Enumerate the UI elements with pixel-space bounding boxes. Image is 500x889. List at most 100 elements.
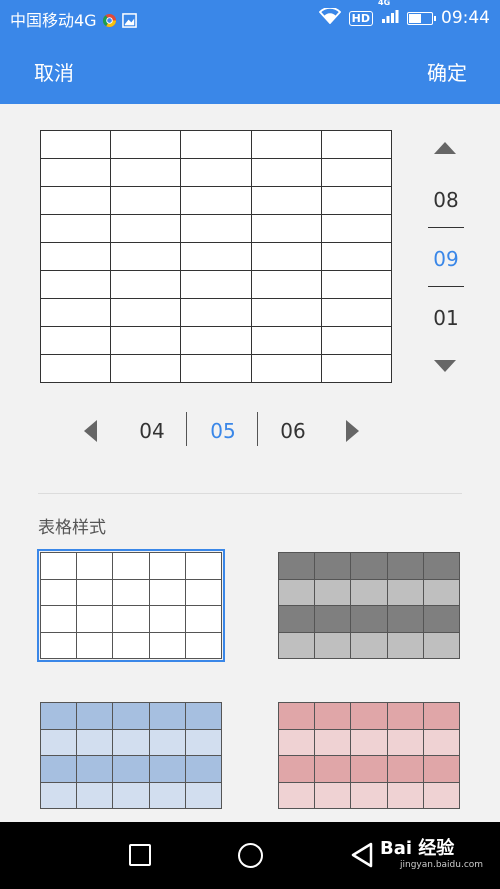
preview-grid-cell — [250, 298, 322, 327]
hd-badge: HD — [348, 10, 373, 26]
preview-grid-cell — [39, 270, 112, 299]
thumb-cell — [422, 781, 461, 809]
preview-grid-cell — [110, 270, 182, 299]
table-style-plain[interactable] — [37, 549, 225, 662]
preview-grid-cell — [250, 130, 322, 159]
thumb-cell — [422, 578, 461, 606]
carrier-label: 中国移动4G — [10, 7, 137, 31]
preview-grid-cell — [320, 270, 393, 299]
row-picker-value-selected[interactable]: 09 — [420, 247, 472, 271]
thumb-cell — [277, 631, 316, 659]
row-picker-value-prev[interactable]: 08 — [420, 188, 472, 212]
thumb-cell — [314, 578, 352, 606]
thumb-cell — [350, 702, 388, 730]
thumb-cell — [350, 552, 388, 580]
thumb-cell — [148, 631, 186, 659]
row-increase-arrow-icon[interactable] — [434, 142, 456, 154]
back-icon[interactable] — [350, 842, 374, 868]
preview-grid-cell — [250, 158, 322, 187]
column-decrease-arrow-icon[interactable] — [84, 420, 97, 442]
preview-grid-row — [39, 130, 393, 159]
thumb-cell — [39, 781, 78, 809]
preview-grid-cell — [180, 326, 252, 355]
thumb-cell — [422, 605, 461, 633]
thumb-cell — [422, 552, 461, 580]
preview-grid-cell — [250, 326, 322, 355]
column-picker-value-selected[interactable]: 05 — [193, 419, 253, 443]
table-style-blue[interactable] — [39, 702, 223, 809]
signal-icon: 4G — [378, 0, 399, 29]
table-preview-grid — [39, 130, 393, 383]
thumb-cell — [314, 781, 352, 809]
thumb-cell — [148, 702, 186, 730]
preview-grid-row — [39, 186, 393, 215]
thumb-cell — [422, 728, 461, 756]
preview-grid-cell — [110, 214, 182, 243]
preview-grid-cell — [320, 214, 393, 243]
thumb-cell — [112, 781, 150, 809]
thumb-cell — [76, 702, 114, 730]
thumb-cell — [422, 702, 461, 730]
row-picker-divider-top — [428, 227, 464, 228]
thumb-row — [39, 578, 223, 606]
table-style-title: 表格样式 — [38, 518, 106, 538]
thumb-cell — [39, 631, 78, 659]
confirm-button[interactable]: 确定 — [427, 57, 467, 86]
thumb-cell — [386, 728, 424, 756]
column-picker-value-next[interactable]: 06 — [263, 419, 323, 443]
preview-grid-cell — [110, 298, 182, 327]
thumb-cell — [76, 605, 114, 633]
thumb-cell — [148, 605, 186, 633]
thumb-cell — [184, 702, 223, 730]
thumb-cell — [350, 605, 388, 633]
preview-grid-cell — [320, 242, 393, 271]
thumb-cell — [112, 631, 150, 659]
row-picker-value-next[interactable]: 01 — [420, 306, 472, 330]
column-increase-arrow-icon[interactable] — [346, 420, 359, 442]
preview-grid-cell — [180, 354, 252, 383]
preview-grid-cell — [250, 354, 322, 383]
table-style-red[interactable] — [277, 702, 461, 809]
thumb-cell — [76, 781, 114, 809]
preview-grid-row — [39, 298, 393, 327]
thumb-cell — [386, 552, 424, 580]
thumb-cell — [112, 552, 150, 580]
thumb-cell — [386, 755, 424, 783]
cancel-button[interactable]: 取消 — [34, 57, 74, 86]
thumb-cell — [422, 631, 461, 659]
preview-grid-cell — [250, 242, 322, 271]
thumb-cell — [314, 552, 352, 580]
recent-apps-icon[interactable] — [129, 844, 151, 866]
preview-grid-cell — [320, 326, 393, 355]
thumb-cell — [148, 781, 186, 809]
thumb-cell — [184, 728, 223, 756]
thumb-cell — [148, 552, 186, 580]
preview-grid-cell — [180, 270, 252, 299]
column-picker-value-prev[interactable]: 04 — [122, 419, 182, 443]
table-style-gray[interactable] — [277, 552, 461, 659]
preview-grid-cell — [110, 326, 182, 355]
thumb-cell — [350, 781, 388, 809]
thumb-cell — [314, 631, 352, 659]
thumb-cell — [39, 552, 78, 580]
thumb-cell — [314, 605, 352, 633]
thumb-row — [39, 781, 223, 809]
thumb-row — [39, 755, 223, 783]
thumb-row — [39, 605, 223, 633]
preview-grid-cell — [39, 186, 112, 215]
thumb-cell — [386, 781, 424, 809]
navigation-bar: Bai 经验 jingyan.baidu.com — [0, 822, 500, 889]
preview-grid-cell — [180, 242, 252, 271]
preview-grid-cell — [180, 130, 252, 159]
thumb-cell — [277, 781, 316, 809]
thumb-cell — [112, 755, 150, 783]
thumb-row — [277, 728, 461, 756]
thumb-cell — [386, 702, 424, 730]
thumb-cell — [184, 755, 223, 783]
thumb-cell — [112, 728, 150, 756]
home-icon[interactable] — [238, 843, 263, 868]
clock: 09:44 — [441, 8, 490, 28]
preview-grid-cell — [110, 186, 182, 215]
row-decrease-arrow-icon[interactable] — [434, 360, 456, 372]
thumb-cell — [277, 702, 316, 730]
